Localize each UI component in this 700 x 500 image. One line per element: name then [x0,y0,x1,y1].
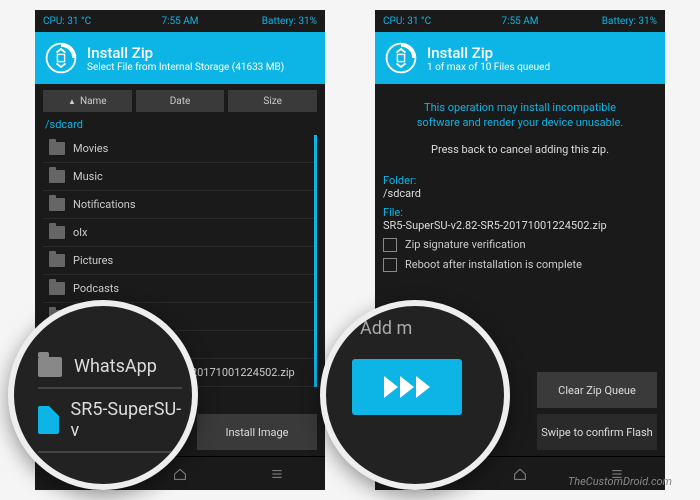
folder-label: Folder: [383,174,657,187]
status-time: 7:55 AM [134,16,225,27]
sort-size-button[interactable]: Size [228,90,317,112]
status-cpu: CPU: 31 °C [383,16,474,27]
page-title: Install Zip [427,44,550,62]
folder-icon [49,282,65,295]
sort-name-button[interactable]: Name [43,90,132,112]
list-item[interactable]: Movies [43,135,314,163]
folder-icon [49,198,65,211]
list-item[interactable]: Music [43,163,314,191]
list-item[interactable]: Pictures [43,247,314,275]
zip-signature-checkbox[interactable]: Zip signature verification [383,238,657,252]
folder-icon [49,226,65,239]
list-item[interactable]: olx [43,219,314,247]
header: Install Zip Select File from Internal St… [35,32,325,84]
twrp-logo-icon [43,40,79,76]
swipe-slider-handle[interactable] [352,359,462,415]
status-cpu: CPU: 31 °C [43,16,134,27]
page-subtitle: 1 of max of 10 Files queued [427,62,550,73]
nav-home-icon[interactable] [512,466,528,482]
nav-home-icon[interactable] [172,466,188,482]
folder-icon [49,254,65,267]
reboot-after-checkbox[interactable]: Reboot after installation is complete [383,258,657,272]
folder-icon [49,142,65,155]
header: Install Zip 1 of max of 10 Files queued [375,32,665,84]
file-icon [38,406,59,434]
list-item[interactable]: Notifications [43,191,314,219]
page-title: Install Zip [87,44,284,62]
folder-icon [38,357,62,377]
list-item[interactable]: SR5-SuperSU-v [38,389,182,453]
list-item[interactable]: Podcasts [43,275,314,303]
install-image-button[interactable]: Install Image [197,414,317,450]
sort-row: Name Date Size [43,90,317,112]
warning-text: This operation may install incompatible … [383,90,657,137]
magnifier-swipe-slider: Add m [320,300,510,490]
magnifier-file-selection: WhatsApp SR5-SuperSU-v [8,300,198,490]
add-more-zips-button[interactable]: Add m [350,318,494,359]
watermark: TheCustomDroid.com [568,475,672,488]
status-battery: Battery: 31% [226,16,317,27]
folder-icon [49,170,65,183]
file-label: File: [383,206,657,219]
statusbar: CPU: 31 °C 7:55 AM Battery: 31% [35,10,325,32]
status-time: 7:55 AM [474,16,565,27]
page-subtitle: Select File from Internal Storage (41633… [87,62,284,73]
sort-date-button[interactable]: Date [136,90,225,112]
back-instruction: Press back to cancel adding this zip. [383,137,657,168]
twrp-logo-icon [383,40,419,76]
file-value: SR5-SuperSU-v2.82-SR5-20171001224502.zip [383,219,657,232]
chevron-right-icon [384,376,398,398]
breadcrumb-path[interactable]: /sdcard [43,116,317,135]
folder-value: /sdcard [383,187,657,200]
chevron-right-icon [416,376,430,398]
checkbox-icon [383,258,397,272]
checkbox-icon [383,238,397,252]
chevron-right-icon [400,376,414,398]
statusbar: CPU: 31 °C 7:55 AM Battery: 31% [375,10,665,32]
status-battery: Battery: 31% [566,16,657,27]
list-item[interactable]: WhatsApp [38,346,182,389]
clear-zip-queue-button[interactable]: Clear Zip Queue [537,372,657,408]
swipe-confirm-flash[interactable]: Swipe to confirm Flash [537,414,657,450]
nav-menu-icon[interactable] [269,466,285,482]
